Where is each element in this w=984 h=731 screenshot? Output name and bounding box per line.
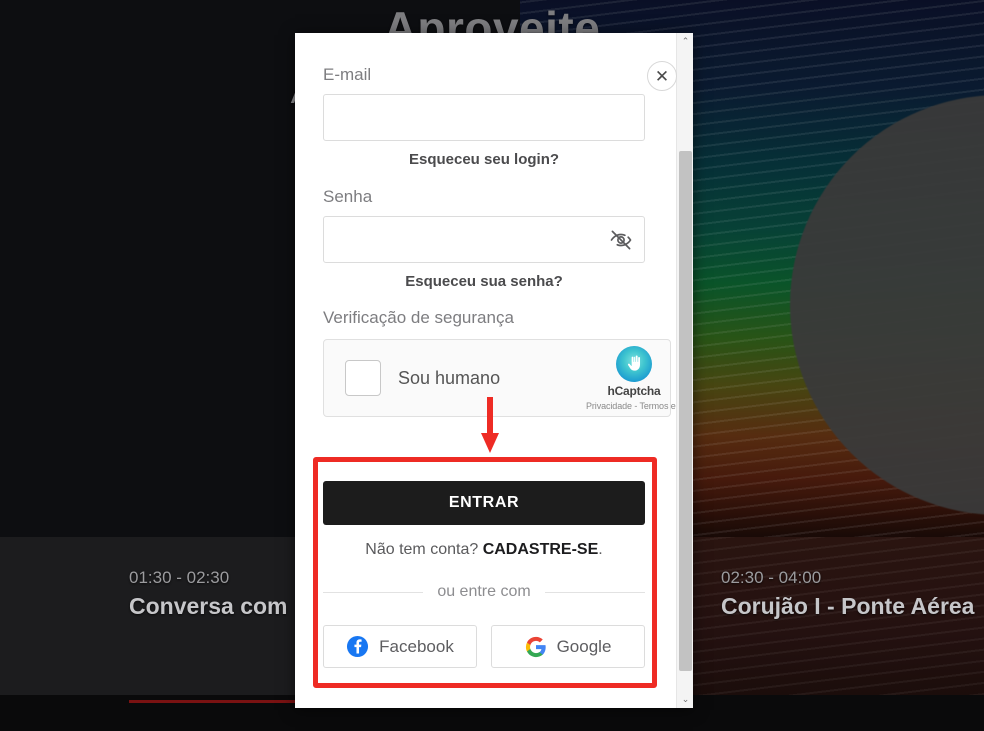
captcha-section-label: Verificação de segurança	[323, 308, 514, 327]
scrollbar-thumb[interactable]	[679, 151, 692, 671]
eye-slash-icon[interactable]	[609, 228, 633, 252]
email-label: E-mail	[323, 65, 372, 84]
program-title: Corujão I - Ponte Aérea	[721, 593, 975, 619]
login-form: E-mail Esqueceu seu login? Senha Esquece…	[295, 33, 693, 708]
signup-suffix: .	[598, 541, 603, 558]
hcaptcha-checkbox[interactable]	[345, 360, 381, 396]
social-divider: ou entre com	[323, 582, 646, 602]
signup-prompt: Não tem conta? CADASTRE-SE.	[323, 539, 645, 561]
email-input[interactable]	[323, 94, 645, 141]
divider-text: ou entre com	[437, 583, 531, 600]
hcaptcha-brand-name: hCaptcha	[607, 384, 661, 398]
program-title: Conversa com	[129, 593, 288, 619]
close-dialog-button[interactable]: ✕	[647, 61, 677, 91]
program-item[interactable]: 01:30 - 02:30 Conversa com	[129, 566, 288, 622]
signup-link[interactable]: CADASTRE-SE	[483, 541, 599, 558]
scroll-down-arrow-icon[interactable]: ⌄	[677, 691, 693, 708]
google-login-label: Google	[556, 636, 612, 656]
divider-line-left	[323, 591, 424, 593]
divider-line-right	[544, 591, 646, 593]
annotation-arrow-icon	[481, 397, 499, 455]
forgot-login-link[interactable]: Esqueceu seu login?	[323, 149, 645, 171]
scroll-up-arrow-icon[interactable]: ⌃	[677, 33, 693, 50]
screenshot-root: Aproveite Assista de graça e gratuito 01…	[0, 0, 984, 731]
signup-prompt-text: Não tem conta?	[365, 541, 483, 558]
dialog-scrollbar[interactable]: ⌃ ⌄	[676, 33, 693, 708]
facebook-icon	[347, 635, 369, 658]
facebook-login-label: Facebook	[379, 636, 454, 656]
program-time: 01:30 - 02:30	[129, 568, 230, 587]
hcaptcha-checkbox-label: Sou humano	[398, 368, 501, 388]
hcaptcha-logo-icon	[616, 346, 652, 382]
password-input[interactable]	[323, 216, 645, 263]
password-input-wrapper	[323, 216, 645, 263]
program-time: 02:30 - 04:00	[721, 568, 822, 587]
password-label: Senha	[323, 187, 373, 206]
hcaptcha-terms-text: Privacidade - Termos e Condiçõ	[586, 401, 693, 411]
login-dialog: E-mail Esqueceu seu login? Senha Esquece…	[295, 33, 693, 708]
google-icon	[525, 636, 546, 657]
submit-login-button[interactable]: ENTRAR	[323, 481, 645, 525]
social-login-row: Facebook Google	[323, 625, 645, 668]
facebook-login-button[interactable]: Facebook	[323, 625, 477, 668]
hcaptcha-branding: hCaptcha Privacidade - Termos e Condiçõ	[586, 346, 693, 411]
email-input-wrapper	[323, 94, 645, 141]
program-item[interactable]: 02:30 - 04:00 Corujão I - Ponte Aérea	[721, 566, 974, 622]
google-login-button[interactable]: Google	[491, 625, 645, 668]
forgot-password-link[interactable]: Esqueceu sua senha?	[323, 271, 645, 293]
